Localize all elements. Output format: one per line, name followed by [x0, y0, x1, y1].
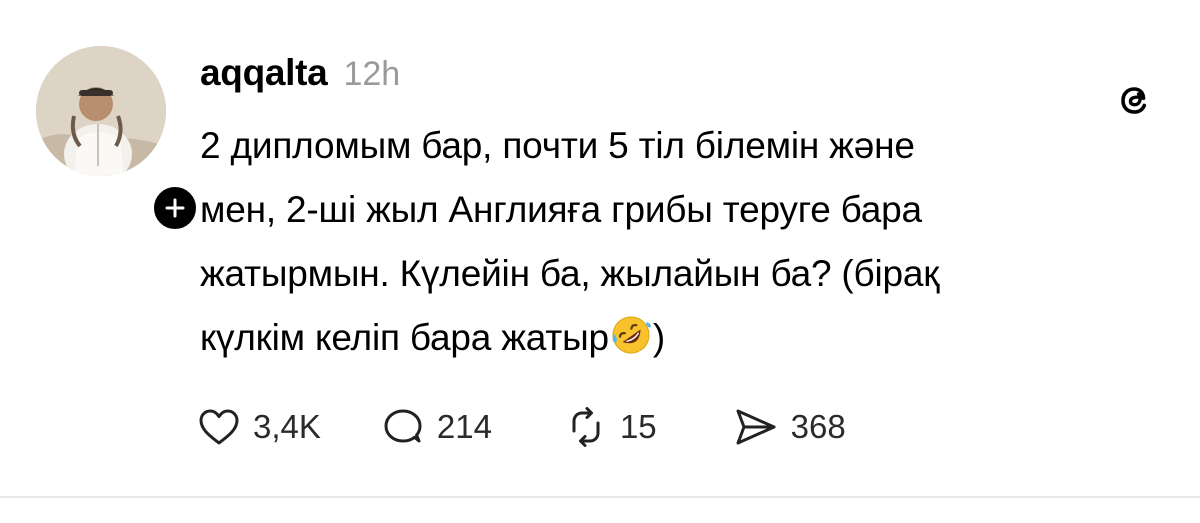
post-body-line: күлкім келіп бара жатыр: [200, 317, 609, 358]
repost-count: 15: [619, 408, 657, 445]
post-body-line: 2 дипломым бар, почти 5 тіл білемін және: [200, 125, 915, 166]
avatar[interactable]: [36, 46, 166, 176]
heart-icon: [199, 409, 239, 445]
post-body-last-line: күлкім келіп бара жатыр ): [200, 306, 1160, 370]
thread-post: aqqalta 12h 2 дипломым бар, почти 5 тіл …: [0, 0, 1200, 523]
reply-count: 214: [436, 408, 492, 445]
post-divider: [0, 496, 1200, 498]
like-count: 3,4K: [253, 408, 321, 445]
repost-icon: [572, 407, 600, 447]
comment-bubble-icon: [384, 409, 422, 443]
action-bar: 3,4K 214 15 368: [197, 400, 846, 454]
avatar-container: [36, 46, 201, 234]
post-time: 12h: [343, 55, 401, 93]
follow-button[interactable]: [149, 182, 201, 234]
plus-icon: [165, 198, 185, 218]
post-body: 2 дипломым бар, почти 5 тіл білемін және…: [200, 114, 1160, 370]
rolling-on-floor-laughing-emoji: [612, 316, 651, 354]
reply-button[interactable]: 214: [381, 405, 492, 449]
post-header: aqqalta 12h: [200, 52, 400, 100]
username[interactable]: aqqalta: [200, 52, 328, 94]
post-body-line: жатырмын. Күлейін ба, жылайын ба? (бірақ: [200, 253, 940, 294]
share-count: 368: [790, 408, 846, 445]
share-button[interactable]: 368: [733, 405, 846, 449]
post-body-tail: ): [652, 317, 665, 358]
repost-button[interactable]: 15: [564, 405, 657, 449]
send-icon: [736, 409, 776, 445]
post-body-line: мен, 2-ші жыл Англияға грибы теруге бара: [200, 189, 922, 230]
like-button[interactable]: 3,4K: [197, 405, 321, 449]
